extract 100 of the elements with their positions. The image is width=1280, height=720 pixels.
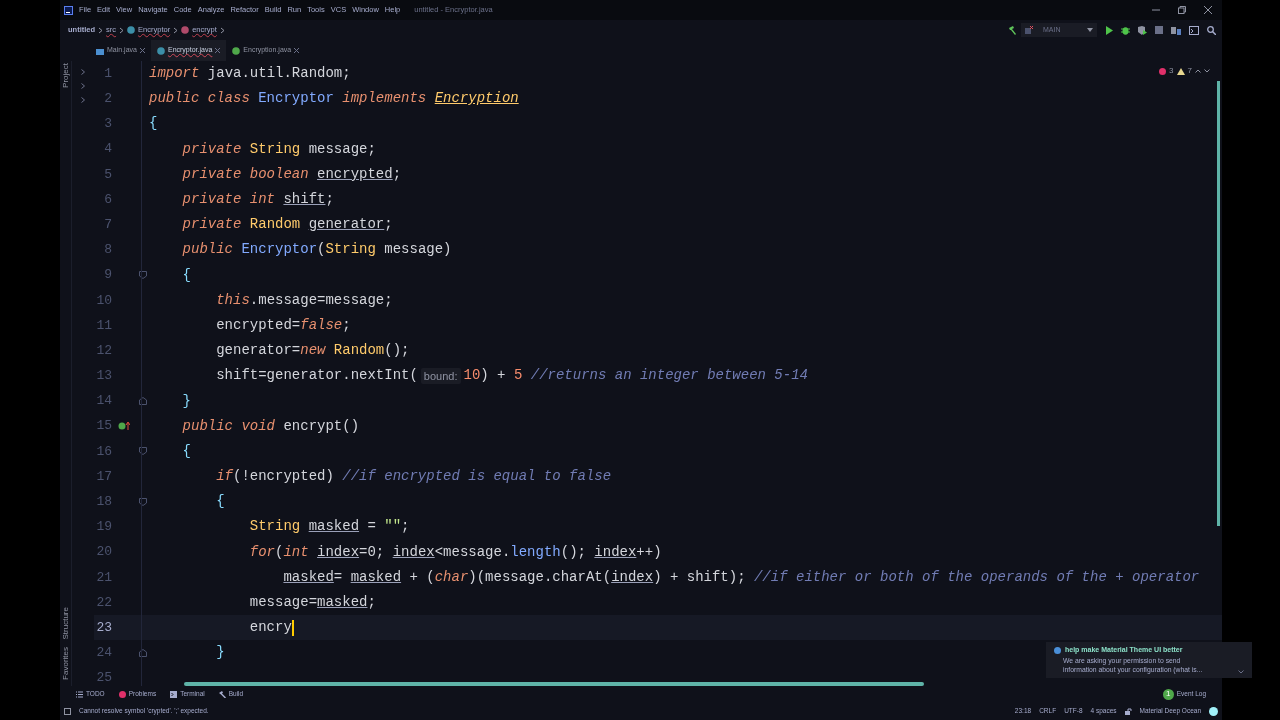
fold-icon[interactable] [138, 397, 147, 406]
java-file-icon [96, 46, 104, 55]
code-line: } [181, 391, 191, 411]
line-number: 11 [95, 316, 112, 335]
close-icon[interactable] [294, 48, 300, 53]
warning-icon [1176, 67, 1185, 75]
line-number: 22 [95, 593, 112, 612]
chevron-down-icon[interactable] [1204, 69, 1210, 73]
code-line: 10) + 5 //returns an integer between 5-14 [463, 366, 808, 386]
count-badge: 1 [1162, 688, 1174, 700]
tool-window-label[interactable]: Structure [59, 606, 72, 640]
hammer-icon [218, 690, 226, 698]
line-number: 2 [103, 90, 112, 109]
line-number: 13 [95, 367, 112, 386]
code-line: { [215, 492, 225, 512]
code-line: private int shift; [181, 190, 334, 210]
code-line: public class Encryptor implements Encryption [149, 89, 519, 109]
line-number: 14 [95, 392, 112, 411]
status-dot-icon [1209, 706, 1218, 716]
code-line: public void encrypt() [181, 416, 360, 436]
line-number: 9 [103, 266, 112, 285]
fold-icon[interactable] [138, 447, 147, 456]
code-line: if(!encrypted) //if encrypted is equal to false [215, 467, 612, 487]
code-line: encrypted=false; [215, 315, 351, 335]
code-line: { [181, 265, 191, 285]
line-number: 3 [103, 115, 112, 134]
line-number: 12 [95, 341, 112, 360]
lock-icon[interactable] [1124, 707, 1132, 715]
parameter-hint: bound: [420, 367, 461, 385]
code-line: } [215, 643, 225, 663]
code-line: shift=generator.nextInt( [215, 366, 418, 386]
config-icon [1025, 26, 1033, 34]
line-number: 1 [103, 64, 112, 83]
close-icon[interactable] [215, 48, 221, 53]
code-line: private String message; [181, 139, 376, 159]
chevron-icon [219, 26, 225, 34]
code-line: { [149, 114, 158, 134]
scrollbar-thumb[interactable] [1217, 81, 1220, 526]
run-icon[interactable] [1105, 25, 1113, 35]
code-line: masked= masked + (char)(message.charAt(index) + shift); //if either or both of the operands of the + operator [282, 567, 1200, 587]
tool-window-label[interactable]: Project [59, 63, 72, 88]
class-icon [156, 46, 165, 55]
code-line: message=masked; [248, 593, 376, 613]
close-icon[interactable] [139, 48, 145, 53]
implements-marker-icon[interactable] [118, 421, 130, 432]
minimize-icon[interactable] [1152, 6, 1160, 14]
panel-icon[interactable] [64, 707, 71, 715]
line-number: 17 [95, 467, 112, 486]
code-line: this.message=message; [215, 290, 393, 310]
code-line: private boolean encrypted; [181, 164, 402, 184]
bug-icon[interactable] [1121, 25, 1130, 35]
scrollbar-thumb[interactable] [184, 682, 924, 686]
line-number: 6 [103, 190, 112, 209]
warning-count: 7 [1187, 65, 1192, 77]
error-count: 3 [1169, 65, 1174, 77]
chevron-icon[interactable] [81, 83, 85, 89]
chevron-icon [173, 26, 179, 34]
code-line: for(int index=0; index<message.length(); index++) [248, 542, 662, 562]
line-number: 15 [95, 417, 112, 436]
line-number: 23 [95, 618, 112, 637]
error-icon [1159, 67, 1167, 75]
terminal-icon [170, 690, 178, 698]
code-line: String masked = ""; [248, 517, 410, 537]
line-number: 18 [95, 493, 112, 512]
error-icon [118, 690, 126, 698]
code-line: public Encryptor(String message) [181, 240, 452, 260]
expand-icon[interactable] [1238, 669, 1244, 674]
class-icon [127, 26, 136, 34]
code-line: encry [248, 618, 292, 638]
line-number: 21 [95, 568, 112, 587]
search-icon[interactable] [1207, 25, 1216, 35]
fold-icon[interactable] [138, 271, 147, 280]
fold-icon[interactable] [138, 497, 147, 506]
fold-icon[interactable] [138, 648, 147, 657]
chevron-up-icon[interactable] [1195, 69, 1201, 73]
line-number: 7 [103, 215, 112, 234]
line-number: 19 [95, 518, 112, 537]
line-number: 25 [95, 669, 112, 688]
line-number: 24 [95, 644, 112, 663]
interface-icon [232, 46, 241, 55]
chevron-icon [98, 26, 104, 34]
restore-icon[interactable] [1178, 6, 1186, 14]
hammer-icon[interactable] [1008, 25, 1017, 35]
app-logo-icon [64, 5, 73, 15]
chevron-icon [119, 26, 125, 34]
line-number: 4 [103, 140, 112, 159]
coverage-icon[interactable] [1138, 25, 1147, 35]
project-structure-icon[interactable] [1171, 25, 1181, 35]
terminal-icon[interactable] [1189, 25, 1199, 35]
info-icon [1054, 646, 1061, 654]
tool-window-label[interactable]: Favorites [59, 647, 72, 680]
code-line: { [181, 441, 191, 461]
text-cursor [291, 619, 294, 636]
code-line: private Random generator; [181, 215, 393, 235]
line-number: 5 [103, 165, 112, 184]
chevron-icon[interactable] [81, 69, 85, 75]
close-icon[interactable] [1204, 6, 1212, 14]
chevron-icon[interactable] [81, 97, 85, 103]
code-line: import java.util.Random; [149, 64, 351, 84]
line-number: 16 [95, 442, 112, 461]
